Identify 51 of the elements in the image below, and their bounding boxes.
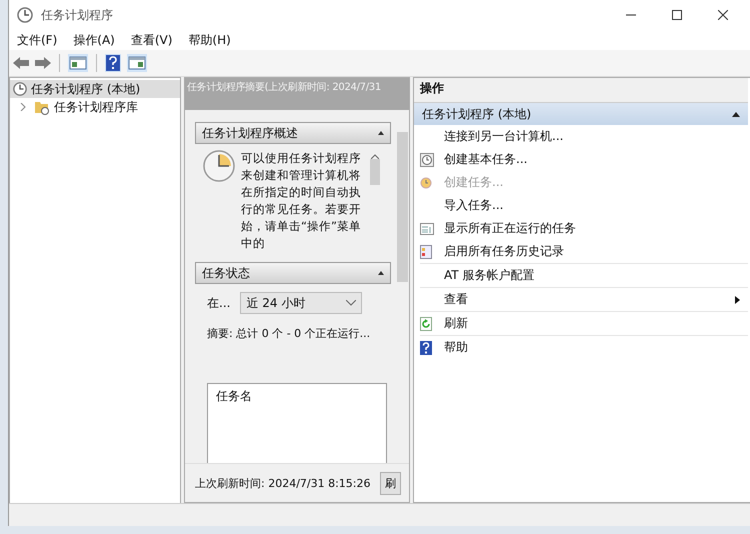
overview-text: 可以使用任务计划程序来创建和管理计算机将在所指定的时间自动执行的常见任务。若要开始，请单击“操作”菜单中的 (241, 150, 362, 252)
maximize-icon[interactable] (672, 10, 682, 20)
action-item[interactable]: 启用所有任务历史记录 (420, 240, 748, 263)
menu-item[interactable]: 操作(A) (73, 32, 115, 48)
section-header[interactable]: 任务状态 (195, 262, 391, 284)
action-group-header[interactable]: 任务计划程序 (本地) (414, 103, 748, 125)
action-item[interactable]: 显示所有正在运行的任务 (420, 217, 748, 240)
column-header[interactable]: 任务名 (216, 389, 252, 403)
chevron-icon (346, 300, 356, 306)
action-item[interactable]: 连接到另一台计算机... (420, 125, 748, 148)
tree-item[interactable]: 任务计划程序 (本地) (10, 80, 180, 98)
period-dropdown[interactable]: 近 24 小时 (240, 292, 362, 314)
action-item[interactable]: 刷新 (420, 311, 748, 335)
collapse-icon[interactable] (378, 131, 384, 135)
section-header[interactable]: 任务计划程序概述 (195, 122, 391, 144)
clock-icon (17, 7, 33, 23)
calendar-clock-icon (420, 152, 434, 166)
help-icon[interactable] (105, 54, 121, 72)
action-item[interactable]: 帮助 (420, 335, 748, 359)
clock-icon (420, 176, 432, 188)
menu-item[interactable]: 文件(F) (17, 32, 58, 48)
window-title: 任务计划程序 (41, 6, 113, 24)
close-icon[interactable] (718, 10, 728, 20)
panel-icon[interactable] (68, 54, 88, 72)
panel-icon[interactable] (127, 54, 147, 72)
refresh-icon (420, 316, 432, 330)
list-icon (420, 222, 434, 234)
expand-icon[interactable] (19, 103, 27, 111)
help-icon (420, 340, 432, 354)
menu-item[interactable]: 查看(V) (130, 32, 172, 48)
clock-icon (13, 82, 27, 96)
action-item[interactable]: AT 服务帐户配置 (420, 263, 748, 287)
clock-icon (203, 150, 235, 182)
panel-header: 操作 (414, 78, 748, 103)
scroll-up-icon[interactable] (371, 154, 379, 159)
refresh-button[interactable]: 刷 (380, 472, 401, 494)
forward-icon[interactable] (35, 57, 51, 69)
tree-item[interactable]: 任务计划程序库 (31, 98, 141, 116)
panel-header: 任务计划程序摘要(上次刷新时间: 2024/7/31 (185, 78, 409, 110)
last-refresh-text: 上次刷新时间: 2024/7/31 8:15:26 (195, 476, 371, 490)
action-item[interactable]: 导入任务... (420, 194, 748, 217)
action-item[interactable]: 查看 (420, 287, 748, 311)
collapse-icon[interactable] (378, 271, 384, 275)
summary-text: 摘要: 总计 0 个 - 0 个正在运行... (207, 326, 372, 341)
action-item[interactable]: 创建基本任务... (420, 148, 748, 171)
menu-item[interactable]: 帮助(H) (188, 32, 231, 48)
period-label: 在... (207, 294, 230, 312)
folder-clock-icon (34, 99, 50, 115)
back-icon[interactable] (13, 57, 29, 69)
collapse-icon[interactable] (732, 112, 740, 116)
log-icon (420, 244, 432, 258)
